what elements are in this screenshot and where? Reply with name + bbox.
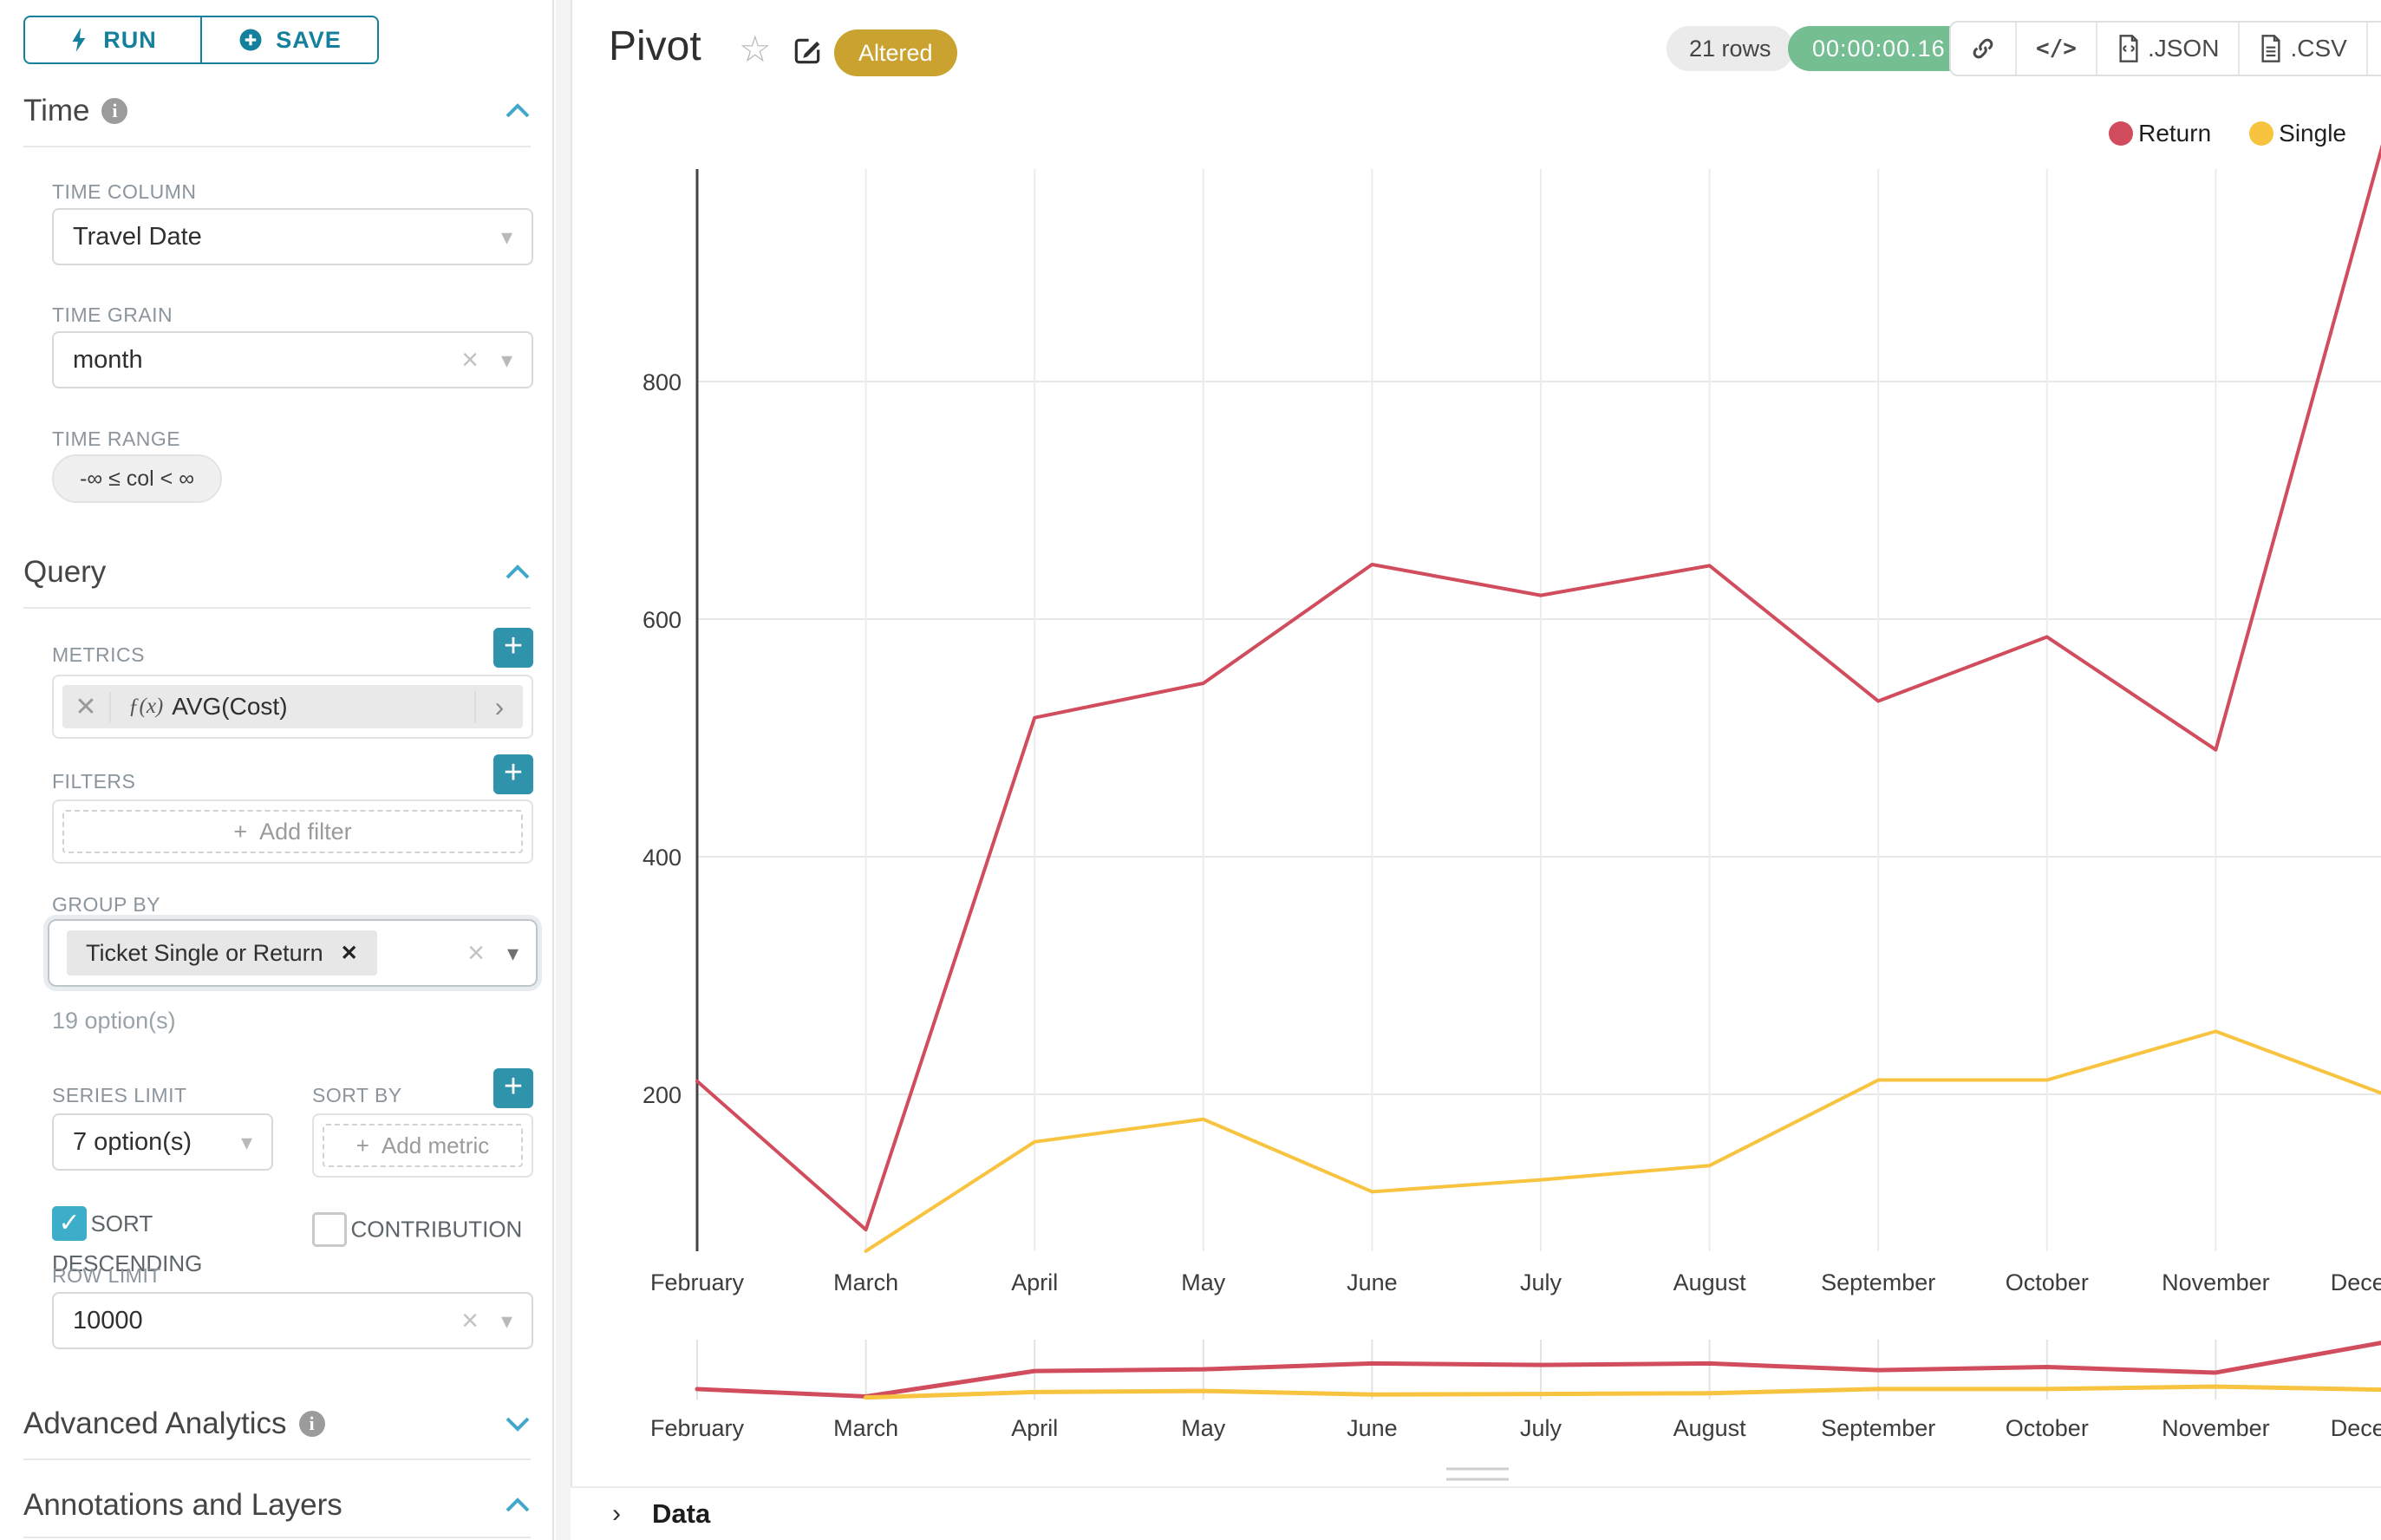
svg-text:October: October — [2006, 1415, 2089, 1441]
svg-text:March: March — [833, 1415, 898, 1441]
svg-text:800: 800 — [643, 369, 682, 395]
svg-text:June: June — [1347, 1415, 1398, 1441]
svg-text:December: December — [2331, 1415, 2381, 1441]
svg-text:March: March — [833, 1269, 898, 1295]
data-panel-label: Data — [652, 1498, 710, 1530]
svg-text:August: August — [1673, 1415, 1747, 1441]
svg-text:November: November — [2162, 1415, 2270, 1441]
chevron-right-icon[interactable]: › — [612, 1499, 621, 1529]
data-panel-header[interactable]: › Data — [571, 1486, 2381, 1540]
svg-text:August: August — [1673, 1269, 1747, 1295]
svg-text:July: July — [1520, 1269, 1562, 1295]
svg-text:November: November — [2162, 1269, 2270, 1295]
svg-text:September: September — [1821, 1269, 1935, 1295]
svg-text:May: May — [1181, 1269, 1226, 1295]
svg-text:200: 200 — [643, 1082, 682, 1108]
svg-text:June: June — [1347, 1269, 1398, 1295]
svg-text:February: February — [650, 1269, 745, 1295]
svg-text:400: 400 — [643, 845, 682, 871]
svg-text:April: April — [1011, 1415, 1058, 1441]
svg-text:September: September — [1821, 1415, 1935, 1441]
svg-text:October: October — [2006, 1269, 2089, 1295]
svg-text:600: 600 — [643, 607, 682, 633]
svg-text:December: December — [2331, 1269, 2381, 1295]
line-chart[interactable]: 200 400 600 800 February February March March Ap… — [0, 0, 2381, 1540]
svg-text:May: May — [1181, 1415, 1226, 1441]
svg-text:April: April — [1011, 1269, 1058, 1295]
svg-text:July: July — [1520, 1415, 1562, 1441]
svg-text:February: February — [650, 1415, 745, 1441]
